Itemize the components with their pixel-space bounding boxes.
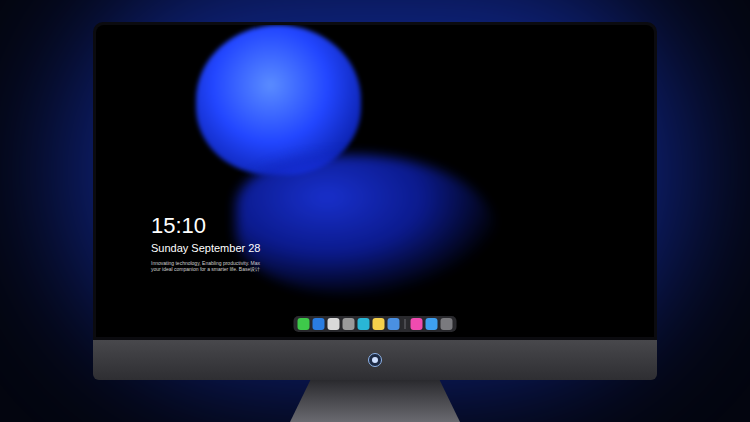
screen-frame: 15:10 Sunday September 28 Innovating techn… <box>93 22 657 340</box>
jellyfish-bell <box>196 25 361 175</box>
monitor-stand <box>290 380 460 422</box>
app-icon[interactable] <box>441 318 453 330</box>
wallpaper: 15:10 Sunday September 28 Innovating techn… <box>96 25 654 337</box>
monitor-chin <box>93 340 657 380</box>
app-icon[interactable] <box>328 318 340 330</box>
app-icon[interactable] <box>426 318 438 330</box>
slogan: Innovating technology, Enabling producti… <box>151 260 260 272</box>
date: Sunday September 28 <box>151 241 260 255</box>
dock <box>294 316 457 332</box>
app-icon[interactable] <box>388 318 400 330</box>
app-icon[interactable] <box>373 318 385 330</box>
app-icon[interactable] <box>358 318 370 330</box>
app-icon[interactable] <box>343 318 355 330</box>
app-icon[interactable] <box>298 318 310 330</box>
lock-clock: 15:10 Sunday September 28 Innovating techn… <box>151 213 260 272</box>
app-icon[interactable] <box>313 318 325 330</box>
desktop-scene: 15:10 Sunday September 28 Innovating techn… <box>0 0 750 422</box>
monitor: 15:10 Sunday September 28 Innovating techn… <box>93 22 657 422</box>
app-icon[interactable] <box>411 318 423 330</box>
brand-logo-icon <box>368 353 382 367</box>
dock-separator <box>405 319 406 329</box>
jellyfish-tentacles <box>236 155 496 295</box>
time: 15:10 <box>151 213 260 239</box>
